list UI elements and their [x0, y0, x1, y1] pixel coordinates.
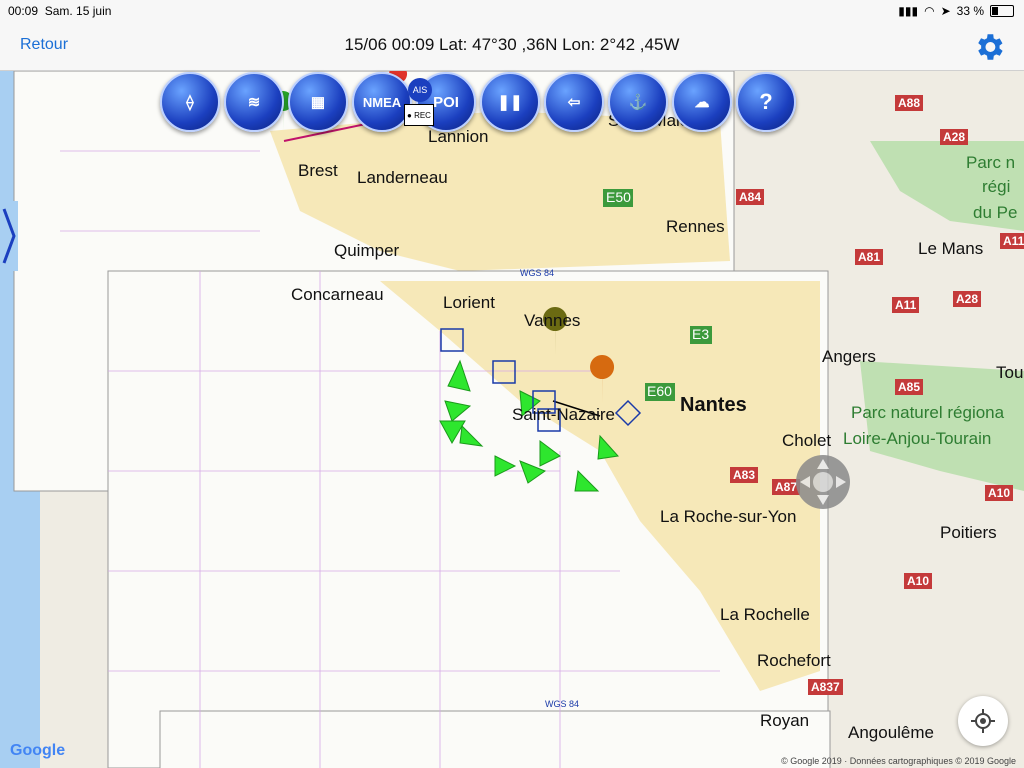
road-a84: A84	[736, 189, 765, 205]
battery-icon	[990, 5, 1014, 17]
weather-icon: ☁	[694, 94, 710, 111]
pause-button[interactable]: ❚❚	[480, 72, 540, 132]
place-concarneau: Concarneau	[291, 285, 384, 304]
place-brest: Brest	[298, 161, 338, 180]
place-rennes: Rennes	[666, 217, 725, 236]
pause-icon: ❚❚	[497, 94, 523, 111]
weather-button[interactable]: ☁	[672, 72, 732, 132]
place-angouleme: Angoulême	[848, 723, 935, 742]
anchor-icon: ⚓	[628, 94, 648, 111]
place-vannes: Vannes	[524, 311, 581, 330]
road-a83: A83	[730, 467, 759, 483]
place-lorient: Lorient	[443, 293, 495, 312]
road-a85: A85	[895, 379, 924, 395]
road-a28: A28	[953, 291, 982, 307]
road-a10: A10	[904, 573, 933, 589]
road-a10-north: A10	[985, 485, 1014, 501]
chart-code-e50: E50	[606, 189, 631, 205]
location-arrow-icon: ➤	[940, 4, 951, 18]
google-logo: Google	[10, 742, 66, 759]
road-a28-north: A28	[940, 129, 969, 145]
status-time-date: 00:09 Sam. 15 juin	[8, 4, 112, 18]
place-la-roche-sur-yon: La Roche-sur-Yon	[660, 507, 797, 526]
place-rochefort: Rochefort	[757, 651, 831, 670]
place-tours: Tou	[996, 363, 1024, 382]
place-parc-2b: Loire-Anjou-Tourain	[843, 429, 992, 448]
navigation-bar: Retour 15/06 00:09 Lat: 47°30 ,36N Lon: …	[0, 22, 1024, 71]
wind-icon: ≋	[247, 94, 261, 111]
help-button[interactable]: ?	[736, 72, 796, 132]
place-nantes: Nantes	[680, 394, 747, 416]
pan-joystick-control[interactable]	[796, 455, 850, 509]
place-saint-nazaire: Saint-Nazaire	[512, 405, 615, 424]
charts-button[interactable]: ▦	[288, 72, 348, 132]
place-angers: Angers	[822, 347, 876, 366]
place-parc-1: Parc n	[966, 153, 1016, 172]
place-parc-1c: du Pe	[973, 203, 1018, 222]
status-right: ▮▮▮ ◠ ➤ 33 %	[898, 4, 1014, 18]
road-a81: A81	[855, 249, 884, 265]
road-a837: A837	[808, 679, 843, 695]
signal-icon: ▮▮▮	[898, 4, 919, 18]
wgs-label-lower: WGS 84	[545, 699, 580, 709]
settings-gear-icon[interactable]	[972, 30, 1006, 64]
side-panel-toggle-icon[interactable]	[0, 201, 18, 271]
wind-button[interactable]: ≋	[224, 72, 284, 132]
exit-icon: ⇦	[567, 94, 581, 111]
my-location-button[interactable]	[958, 696, 1008, 746]
nmea-button[interactable]: NMEA	[352, 72, 412, 132]
tool-bar: ⟠ ≋ ▦ NMEA POI ❚❚ ⇦ ⚓ ☁ ?	[160, 72, 796, 132]
place-parc-1b: régi	[982, 177, 1011, 196]
anchor-button[interactable]: ⚓	[608, 72, 668, 132]
wgs-label-upper: WGS 84	[520, 268, 555, 278]
exit-button[interactable]: ⇦	[544, 72, 604, 132]
road-a11: A11	[892, 297, 920, 313]
direction-pad-icon	[800, 459, 846, 505]
compass-icon: ⟠	[186, 94, 194, 111]
road-a88: A88	[895, 95, 924, 111]
position-readout: 15/06 00:09 Lat: 47°30 ,36N Lon: 2°42 ,4…	[344, 35, 680, 54]
place-le-mans: Le Mans	[918, 239, 984, 258]
map-copyright: © Google 2019 · Données cartographiques …	[781, 756, 1016, 766]
chart-code-e3: E3	[692, 326, 710, 342]
wifi-icon: ◠	[924, 4, 935, 18]
road-a11-east: A11	[1000, 233, 1024, 249]
place-parc-2: Parc naturel régiona	[851, 403, 1005, 422]
ais-button[interactable]: AIS	[408, 78, 432, 102]
crosshair-icon	[971, 709, 995, 733]
poi-label: POI	[433, 93, 459, 111]
charts-icon: ▦	[310, 94, 326, 111]
chart-code-e60: E60	[647, 383, 672, 399]
nmea-label: NMEA	[362, 94, 402, 110]
record-button[interactable]: ● REC	[404, 104, 434, 126]
map-view[interactable]: E50 E3 E60 WGS 84 WGS 84 Lannion Saint-M…	[0, 71, 1024, 768]
place-la-rochelle: La Rochelle	[720, 605, 810, 624]
place-royan: Royan	[760, 711, 810, 730]
place-quimper: Quimper	[334, 241, 400, 260]
battery-level: 33 %	[956, 4, 984, 18]
status-bar: 00:09 Sam. 15 juin ▮▮▮ ◠ ➤ 33 %	[0, 0, 1024, 22]
place-landerneau: Landerneau	[357, 168, 448, 187]
help-label: ?	[759, 89, 773, 114]
place-cholet: Cholet	[782, 431, 832, 450]
place-poitiers: Poitiers	[940, 523, 997, 542]
compass-button[interactable]: ⟠	[160, 72, 220, 132]
